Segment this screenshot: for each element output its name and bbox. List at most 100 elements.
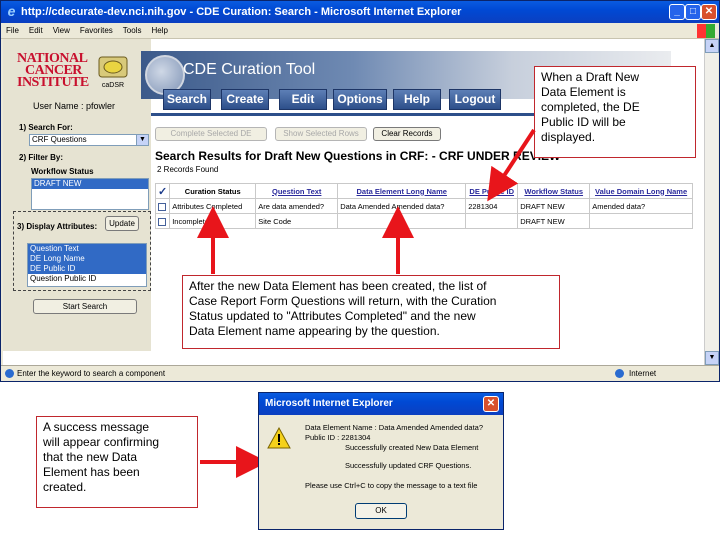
cell: Attributes Completed — [169, 198, 257, 214]
dialog-updated-msg: Successfully updated CRF Questions. — [345, 461, 472, 470]
search-for-label: 1) Search For: — [19, 123, 73, 132]
nav-help-button[interactable]: Help — [393, 89, 441, 110]
warning-icon — [267, 427, 291, 449]
callout-line: Data Element is — [541, 85, 626, 99]
nav-edit-button[interactable]: Edit — [279, 89, 327, 110]
col-vd-long-name[interactable]: Value Domain Long Name — [589, 183, 693, 199]
display-attributes-list[interactable]: Question Text DE Long Name DE Public ID … — [27, 243, 147, 287]
close-button[interactable]: ✕ — [701, 4, 717, 20]
page-icon — [5, 369, 14, 378]
cell: DRAFT NEW — [517, 198, 591, 214]
cell: 2281304 — [465, 198, 519, 214]
callout-line: Element has been — [43, 465, 140, 479]
check-icon[interactable]: ✓ — [158, 186, 167, 198]
zone-label: Internet — [629, 369, 657, 378]
cell — [337, 213, 467, 229]
window-title: http://cdecurate-dev.nci.nih.gov - CDE C… — [21, 6, 462, 18]
col-workflow-status[interactable]: Workflow Status — [517, 183, 591, 199]
cell: Site Code — [255, 213, 339, 229]
chevron-down-icon[interactable]: ▼ — [136, 135, 148, 145]
cadsr-logo: caDSR — [93, 53, 133, 89]
callout-line: After the new Data Element has been crea… — [189, 279, 487, 293]
success-dialog: Microsoft Internet Explorer ✕ Data Eleme… — [258, 392, 504, 530]
results-title: Search Results for Draft New Questions i… — [155, 149, 561, 163]
user-name: User Name : pfowler — [33, 101, 116, 111]
globe-icon — [615, 369, 624, 378]
list-item[interactable]: Question Public ID — [28, 274, 146, 284]
cell: Incomplete — [169, 213, 257, 229]
menu-help[interactable]: Help — [146, 23, 172, 39]
ok-button[interactable]: OK — [355, 503, 407, 519]
row-select-cell[interactable] — [154, 213, 171, 229]
col-de-public-id[interactable]: DE Public ID — [465, 183, 519, 199]
vertical-scrollbar[interactable]: ▲ ▼ — [704, 39, 719, 365]
table-row: Incomplete Site Code DRAFT NEW — [154, 213, 693, 229]
callout-line: will appear confirming — [43, 435, 160, 449]
dialog-copy-hint: Please use Ctrl+C to copy the message to… — [305, 481, 478, 490]
minimize-button[interactable]: _ — [669, 4, 685, 20]
start-search-button[interactable]: Start Search — [33, 299, 137, 314]
row-select-cell[interactable] — [154, 198, 171, 214]
workflow-status-list[interactable]: DRAFT NEW — [31, 178, 149, 210]
status-text: Enter the keyword to search a component — [17, 369, 166, 378]
status-bar: Enter the keyword to search a component … — [1, 365, 719, 381]
window-titlebar: e http://cdecurate-dev.nci.nih.gov - CDE… — [1, 1, 719, 23]
records-count: 2 Records Found — [157, 165, 219, 174]
app-title: CDE Curation Tool — [183, 61, 316, 78]
cell: Data Amended Amended data? — [337, 198, 467, 214]
menu-favorites[interactable]: Favorites — [75, 23, 118, 39]
results-table: ✓ Curation Status Question Text Data Ele… — [154, 183, 693, 229]
dialog-title: Microsoft Internet Explorer — [265, 398, 393, 409]
dialog-public-id: Public ID : 2281304 — [305, 433, 371, 442]
nav-search-button[interactable]: Search — [163, 89, 211, 110]
maximize-button[interactable]: □ — [685, 4, 701, 20]
table-row: Attributes Completed Are data amended? D… — [154, 198, 693, 214]
clear-records-button[interactable]: Clear Records — [373, 127, 441, 141]
col-question-text[interactable]: Question Text — [255, 183, 339, 199]
row-checkbox[interactable] — [158, 202, 166, 211]
col-de-long-name[interactable]: Data Element Long Name — [337, 183, 467, 199]
cadsr-seal-icon — [98, 56, 128, 78]
list-item[interactable]: Question Text — [28, 244, 146, 254]
cell: Amended data? — [589, 198, 693, 214]
list-item[interactable]: DRAFT NEW — [32, 179, 148, 189]
menu-tools[interactable]: Tools — [118, 23, 147, 39]
display-attributes-label: 3) Display Attributes: — [17, 222, 98, 231]
search-for-select[interactable]: CRF Questions ▼ — [29, 134, 149, 146]
menu-edit[interactable]: Edit — [24, 23, 48, 39]
logo-line: INSTITUTE — [17, 75, 89, 90]
menu-view[interactable]: View — [48, 23, 75, 39]
cell — [465, 213, 519, 229]
callout-line: Public ID will be — [541, 115, 626, 129]
callout-line: created. — [43, 480, 87, 494]
ie-logo-icon: e — [7, 3, 16, 19]
select-all-column[interactable]: ✓ — [154, 183, 171, 199]
list-item[interactable]: DE Public ID — [28, 264, 146, 274]
row-checkbox[interactable] — [158, 217, 166, 226]
complete-selected-de-button[interactable]: Complete Selected DE — [155, 127, 267, 141]
nav-create-button[interactable]: Create — [221, 89, 269, 110]
nci-logo: NATIONAL CANCER INSTITUTE — [17, 52, 89, 90]
search-for-value: CRF Questions — [32, 135, 87, 144]
callout-line: that the new Data — [43, 450, 138, 464]
nav-logout-button[interactable]: Logout — [449, 89, 501, 110]
scroll-down-icon[interactable]: ▼ — [705, 351, 719, 365]
callout-success-message: A success message will appear confirming… — [36, 416, 198, 508]
callout-line: Case Report Form Questions will return, … — [189, 294, 497, 308]
scroll-up-icon[interactable]: ▲ — [705, 39, 719, 53]
slide: e http://cdecurate-dev.nci.nih.gov - CDE… — [0, 0, 720, 540]
menu-file[interactable]: File — [1, 23, 24, 39]
list-item[interactable]: DE Long Name — [28, 254, 146, 264]
callout-line: When a Draft New — [541, 70, 640, 84]
dialog-close-button[interactable]: ✕ — [483, 396, 499, 412]
cell: DRAFT NEW — [517, 213, 591, 229]
dialog-titlebar: Microsoft Internet Explorer ✕ — [259, 393, 503, 415]
callout-line: Data Element name appearing by the quest… — [189, 324, 440, 338]
cell: Are data amended? — [255, 198, 339, 214]
callout-line: completed, the DE — [541, 100, 640, 114]
nav-options-button[interactable]: Options — [333, 89, 387, 110]
callout-line: A success message — [43, 420, 150, 434]
update-button[interactable]: Update — [105, 216, 139, 231]
windows-flag-icon — [697, 24, 715, 38]
show-selected-rows-button[interactable]: Show Selected Rows — [275, 127, 367, 141]
